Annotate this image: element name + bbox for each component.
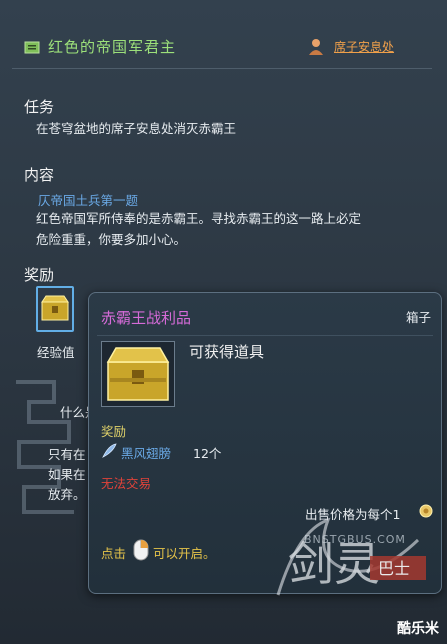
reward-item-slot[interactable] xyxy=(36,286,74,332)
content-text-line-2: 危险重重，你要多加小心。 xyxy=(36,232,187,247)
content-text-line-1: 红色帝国军所侍奉的是赤霸王。寻找赤霸王的这一路上必定 xyxy=(36,211,362,226)
tooltip-click-prefix: 点击 xyxy=(101,546,127,561)
mouse-right-click-icon xyxy=(133,539,149,561)
quest-panel: 红色的帝国军君主 席子安息处 任务 在苍穹盆地的席子安息处消灭赤霸王 内容 仄帝… xyxy=(0,0,447,644)
tooltip-divider xyxy=(97,335,433,336)
tooltip-untradeable: 无法交易 xyxy=(101,476,152,491)
watermark-logo: 剑灵 巴士 xyxy=(276,517,426,596)
watermark-url: BNSTGBUS.COM xyxy=(304,533,406,546)
treasure-chest-icon xyxy=(106,347,170,401)
tooltip-reward-heading: 奖励 xyxy=(101,424,127,439)
tooltip-item-icon-frame xyxy=(101,341,175,407)
feather-icon xyxy=(102,443,117,458)
reward-heading: 奖励 xyxy=(24,266,55,284)
tooltip-reward-count: 12个 xyxy=(193,446,222,461)
quest-scroll-icon xyxy=(24,41,40,54)
hint-text-3: 如果在 xyxy=(48,467,86,482)
treasure-chest-icon xyxy=(41,295,69,321)
content-sublink[interactable]: 仄帝国土兵第一题 xyxy=(38,190,138,209)
hint-text-2: 只有在 xyxy=(48,447,86,462)
tooltip-click-suffix: 可以开启。 xyxy=(153,546,216,561)
tooltip-item-type: 箱子 xyxy=(405,310,431,325)
task-heading: 任务 xyxy=(24,98,55,116)
quest-title-bar: 红色的帝国军君主 席子安息处 xyxy=(12,28,432,69)
hint-text-4: 放弃。 xyxy=(48,487,86,502)
quest-title: 红色的帝国军君主 xyxy=(48,38,177,56)
exp-label: 经验值 xyxy=(37,345,75,360)
npc-location-link[interactable]: 席子安息处 xyxy=(334,38,394,55)
tooltip-description: 可获得道具 xyxy=(189,343,265,361)
watermark-brand: 酷乐米 xyxy=(397,621,439,637)
content-heading: 内容 xyxy=(24,166,55,184)
watermark-logo-sub: 巴士 xyxy=(378,559,410,578)
tooltip-reward-item[interactable]: 黑风翅膀 xyxy=(121,443,171,462)
tooltip-item-name: 赤霸王战利品 xyxy=(101,309,192,327)
npc-location-icon xyxy=(309,39,323,55)
task-text: 在苍穹盆地的席子安息处消灭赤霸王 xyxy=(36,121,237,136)
